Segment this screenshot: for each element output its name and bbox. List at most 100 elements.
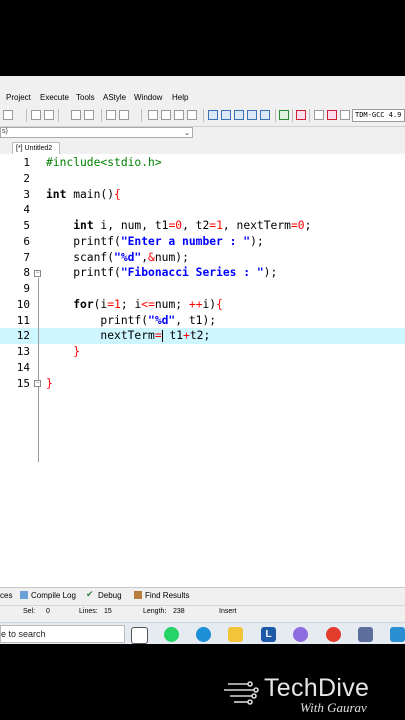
toolbar-separator [275, 109, 276, 122]
toolbar-separator [292, 109, 293, 122]
fold-toggle-icon[interactable]: − [34, 380, 41, 387]
code-text[interactable]: #include<stdio.h> [46, 156, 162, 169]
code-line[interactable]: 9 [0, 281, 405, 297]
forward-icon[interactable] [161, 110, 171, 120]
toolbar-separator [101, 109, 102, 122]
find-results-icon [134, 591, 142, 599]
code-text[interactable]: } [46, 377, 53, 390]
chevron-down-icon[interactable]: ⌄ [184, 129, 190, 137]
code-line[interactable]: 11 printf("%d", t1); [0, 313, 405, 329]
dev-cpp-icon[interactable] [358, 627, 373, 642]
code-text[interactable]: nextTerm= t1+t2; [46, 329, 210, 343]
file-explorer-icon[interactable] [228, 627, 243, 642]
whatsapp-icon[interactable] [164, 627, 179, 642]
redo-icon[interactable] [44, 110, 54, 120]
menu-window[interactable]: Window [134, 93, 162, 102]
status-sel-value: 0 [46, 608, 50, 615]
code-line[interactable]: 5 int i, num, t1=0, t2=1, nextTerm=0; [0, 218, 405, 234]
check-icon[interactable] [279, 110, 289, 120]
code-line[interactable]: 4 [0, 202, 405, 218]
code-line[interactable]: 3 int main(){ [0, 187, 405, 203]
menu-execute[interactable]: Execute [40, 93, 69, 102]
copilot-icon[interactable] [293, 627, 308, 642]
brand-subtitle: With Gaurav [300, 700, 367, 715]
back-icon[interactable] [148, 110, 158, 120]
fold-toggle-icon[interactable]: − [34, 270, 41, 277]
class-combo[interactable]: s) ⌄ [0, 127, 193, 138]
status-mode: Insert [219, 608, 237, 615]
line-number: 11 [16, 313, 30, 327]
debug-icon[interactable] [260, 110, 270, 120]
code-text[interactable]: printf("%d", t1); [46, 314, 216, 327]
app-l-icon[interactable]: L [261, 627, 276, 642]
status-sel-label: Sel: [23, 608, 36, 615]
windows-taskbar: e to search L [0, 622, 405, 644]
profile-icon[interactable] [327, 110, 337, 120]
code-line[interactable]: 10 for(i=1; i<=num; ++i){ [0, 297, 405, 313]
menu-project[interactable]: Project [6, 93, 31, 102]
bookmark-icon[interactable] [174, 110, 184, 120]
code-text[interactable]: } [46, 345, 80, 358]
task-view-icon[interactable] [131, 627, 148, 644]
unindent-icon[interactable] [84, 110, 94, 120]
code-editor[interactable]: 1 #include<stdio.h> 2 3 int main(){4 5 int i,… [0, 154, 405, 587]
code-line[interactable]: 14 [0, 360, 405, 376]
status-lines-label: Lines: [79, 608, 98, 615]
menu-bar: Project Execute Tools AStyle Window Help [0, 90, 405, 106]
code-line[interactable]: 15} [0, 376, 405, 392]
toolbar-separator [141, 109, 142, 122]
code-text[interactable]: printf("Enter a number : "); [46, 235, 263, 248]
code-line[interactable]: 7 scanf("%d",&num); [0, 250, 405, 266]
close-icon[interactable] [296, 110, 306, 120]
compile-icon[interactable] [208, 110, 218, 120]
status-bar: Sel: 0 Lines: 15 Length: 238 Insert [0, 605, 405, 618]
taskbar-search-text: e to search [1, 629, 46, 639]
tab-debug[interactable]: Debug [98, 591, 122, 600]
code-line[interactable]: 13 } [0, 344, 405, 360]
code-text[interactable]: scanf("%d",&num); [46, 251, 189, 264]
line-number: 4 [23, 203, 30, 217]
indent-icon[interactable] [71, 110, 81, 120]
compiler-select[interactable]: TDM-GCC 4.9 [352, 109, 405, 122]
code-line[interactable]: 1 #include<stdio.h> [0, 155, 405, 171]
code-text[interactable]: for(i=1; i<=num; ++i){ [46, 298, 223, 311]
rebuild-icon[interactable] [247, 110, 257, 120]
edge-icon[interactable] [196, 627, 211, 642]
app-icon[interactable] [390, 627, 405, 642]
code-text[interactable]: int main(){ [46, 188, 121, 201]
code-line[interactable]: 12 nextTerm= t1+t2; [0, 328, 405, 345]
bookmark-next-icon[interactable] [187, 110, 197, 120]
tab-resources[interactable]: ces [0, 591, 12, 600]
toolbar-icon-1[interactable] [3, 110, 13, 120]
watermark-brand: TechDive With Gaurav [224, 674, 405, 718]
undo-icon[interactable] [31, 110, 41, 120]
code-line[interactable]: 6 printf("Enter a number : "); [0, 234, 405, 250]
line-number: 2 [23, 171, 30, 185]
chrome-icon[interactable] [326, 627, 341, 642]
code-line[interactable]: 2 [0, 171, 405, 187]
taskbar-search[interactable]: e to search [0, 625, 125, 643]
options-icon[interactable] [340, 110, 350, 120]
code-line[interactable]: 8 printf("Fibonacci Series : "); [0, 265, 405, 281]
toolbar-separator [203, 109, 204, 122]
menu-tools[interactable]: Tools [76, 93, 95, 102]
menu-astyle[interactable]: AStyle [103, 93, 126, 102]
toolbar: TDM-GCC 4.9 [0, 106, 405, 127]
chart-icon[interactable] [314, 110, 324, 120]
compile-run-icon[interactable] [234, 110, 244, 120]
code-text[interactable]: int i, num, t1=0, t2=1, nextTerm=0; [46, 219, 311, 232]
line-number: 8 [23, 266, 30, 280]
toggle-comment-icon[interactable] [106, 110, 116, 120]
line-number: 5 [23, 219, 30, 232]
tab-untitled2[interactable]: [*] Untitled2 [12, 142, 60, 154]
menu-help[interactable]: Help [172, 93, 188, 102]
status-lines-value: 15 [104, 608, 112, 615]
bottom-panel-tabs: ces Compile Log ✔ Debug Find Results [0, 587, 405, 602]
tab-compile-log[interactable]: Compile Log [31, 591, 76, 600]
tab-find-results[interactable]: Find Results [145, 591, 189, 600]
goto-line-icon[interactable] [119, 110, 129, 120]
run-icon[interactable] [221, 110, 231, 120]
line-number: 15 [16, 376, 30, 390]
code-text[interactable]: printf("Fibonacci Series : "); [46, 266, 277, 279]
screenshot-area: Project Execute Tools AStyle Window Help [0, 76, 405, 644]
